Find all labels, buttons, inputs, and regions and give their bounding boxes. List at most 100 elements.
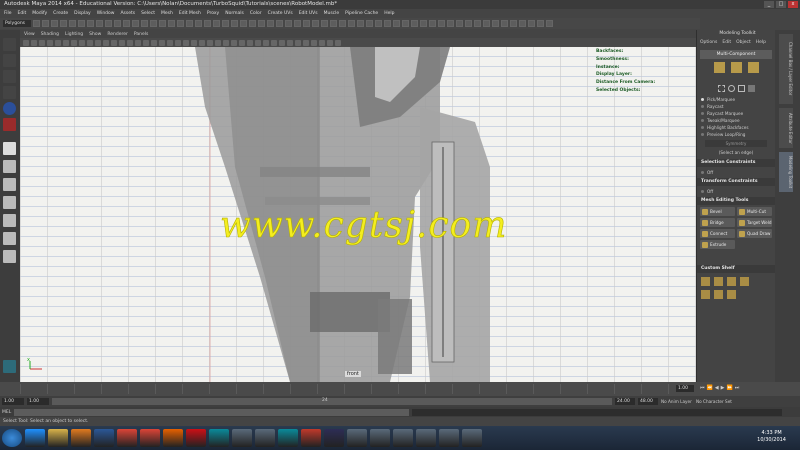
- status-line-icon[interactable]: [366, 20, 373, 27]
- taskbar-chrome-icon[interactable]: [117, 429, 137, 447]
- time-slider[interactable]: 1.00 ⏮ ⏪ ◀ ▶ ⏩ ⏭: [0, 382, 800, 396]
- viewport-tool-icon[interactable]: [335, 39, 341, 46]
- viewport-tool-icon[interactable]: [255, 39, 261, 46]
- taskbar-explorer-icon[interactable]: [48, 429, 68, 447]
- go-to-start-icon[interactable]: ⏮: [700, 385, 705, 391]
- tweak-icon[interactable]: [737, 85, 745, 92]
- status-line-icon[interactable]: [186, 20, 193, 27]
- status-line-icon[interactable]: [87, 20, 94, 27]
- viewport-tool-icon[interactable]: [199, 39, 205, 46]
- mesh-editing-tools-header[interactable]: Mesh Editing Tools: [697, 197, 775, 205]
- status-line-icon[interactable]: [96, 20, 103, 27]
- status-line-icon[interactable]: [177, 20, 184, 27]
- status-line-icon[interactable]: [465, 20, 472, 27]
- viewport-tool-icon[interactable]: [303, 39, 309, 46]
- menu-mesh[interactable]: Mesh: [161, 11, 173, 16]
- layout-hypershade-icon[interactable]: [3, 232, 16, 245]
- shelf-tool-icon[interactable]: [727, 290, 736, 299]
- status-line-icon[interactable]: [132, 20, 139, 27]
- taskbar-app-icon[interactable]: [232, 429, 252, 447]
- viewport-tool-icon[interactable]: [127, 39, 133, 46]
- select-option-radio[interactable]: Tweak/Marquee: [697, 117, 775, 124]
- viewport-tool-icon[interactable]: [135, 39, 141, 46]
- menu-pipeline-cache[interactable]: Pipeline Cache: [345, 11, 378, 16]
- viewport-tool-icon[interactable]: [31, 39, 37, 46]
- taskbar-app-icon[interactable]: [347, 429, 367, 447]
- marquee-icon[interactable]: [717, 85, 725, 92]
- status-line-icon[interactable]: [420, 20, 427, 27]
- select-option-radio[interactable]: Raycast Marquee: [697, 110, 775, 117]
- viewport-tool-icon[interactable]: [215, 39, 221, 46]
- viewport-tool-icon[interactable]: [103, 39, 109, 46]
- viewport-menu-lighting[interactable]: Lighting: [65, 32, 83, 37]
- system-clock[interactable]: 4:33 PM 10/30/2014: [757, 430, 786, 444]
- viewport-tool-icon[interactable]: [271, 39, 277, 46]
- playback-end-field[interactable]: 48.00: [638, 398, 658, 405]
- status-line-icon[interactable]: [285, 20, 292, 27]
- status-line-icon[interactable]: [69, 20, 76, 27]
- status-line-icon[interactable]: [402, 20, 409, 27]
- status-line-icon[interactable]: [501, 20, 508, 27]
- multi-component-button[interactable]: Multi-Component: [700, 50, 772, 59]
- status-line-icon[interactable]: [312, 20, 319, 27]
- status-line-icon[interactable]: [249, 20, 256, 27]
- viewport-tool-icon[interactable]: [239, 39, 245, 46]
- shelf-tool-icon[interactable]: [714, 277, 723, 286]
- step-forward-icon[interactable]: ⏩: [726, 385, 732, 391]
- mt-tab-options[interactable]: Options: [700, 40, 717, 45]
- viewport-tool-icon[interactable]: [87, 39, 93, 46]
- menu-proxy[interactable]: Proxy: [207, 11, 219, 16]
- viewport-tool-icon[interactable]: [111, 39, 117, 46]
- viewport-tool-icon[interactable]: [263, 39, 269, 46]
- go-to-end-icon[interactable]: ⏭: [735, 385, 740, 391]
- status-line-icon[interactable]: [429, 20, 436, 27]
- viewport-tool-icon[interactable]: [159, 39, 165, 46]
- viewport-tool-icon[interactable]: [295, 39, 301, 46]
- command-lang-label[interactable]: MEL: [2, 410, 11, 415]
- status-line-icon[interactable]: [267, 20, 274, 27]
- status-line-icon[interactable]: [294, 20, 301, 27]
- mt-tab-help[interactable]: Help: [756, 40, 766, 45]
- layout-two-icon[interactable]: [3, 178, 16, 191]
- layout-four-icon[interactable]: [3, 160, 16, 173]
- layout-graph-icon[interactable]: [3, 214, 16, 227]
- mt-tab-edit[interactable]: Edit: [722, 40, 731, 45]
- rotate-tool-icon[interactable]: [3, 102, 16, 115]
- tool-bridge-button[interactable]: Bridge: [700, 218, 735, 227]
- shelf-tool-icon[interactable]: [701, 290, 710, 299]
- tab-modeling-toolkit[interactable]: Modeling Toolkit: [779, 152, 793, 192]
- status-line-icon[interactable]: [393, 20, 400, 27]
- shelf-tool-icon[interactable]: [740, 277, 749, 286]
- tool-bevel-button[interactable]: Bevel: [700, 207, 735, 216]
- option-checkbox[interactable]: Highlight Backfaces: [697, 124, 775, 131]
- taskbar-start-icon[interactable]: [2, 429, 22, 447]
- transform-constraints-value[interactable]: Off: [697, 188, 775, 195]
- taskbar-firefox-icon[interactable]: [163, 429, 183, 447]
- status-line-icon[interactable]: [303, 20, 310, 27]
- option-checkbox[interactable]: Preview Loop/Ring: [697, 131, 775, 138]
- shelf-tool-icon[interactable]: [701, 277, 710, 286]
- menu-help[interactable]: Help: [384, 11, 394, 16]
- viewport-tool-icon[interactable]: [167, 39, 173, 46]
- status-line-icon[interactable]: [150, 20, 157, 27]
- step-back-icon[interactable]: ⏪: [707, 385, 713, 391]
- status-line-icon[interactable]: [213, 20, 220, 27]
- play-back-icon[interactable]: ◀: [715, 385, 719, 391]
- status-line-icon[interactable]: [411, 20, 418, 27]
- range-end-field[interactable]: 24.00: [615, 398, 635, 405]
- select-tool-icon[interactable]: [3, 38, 16, 51]
- viewport-menu-view[interactable]: View: [24, 32, 35, 37]
- viewport-tool-icon[interactable]: [279, 39, 285, 46]
- tab-channel-box[interactable]: Channel Box / Layer Editor: [779, 34, 793, 104]
- status-line-icon[interactable]: [204, 20, 211, 27]
- viewport-tool-icon[interactable]: [119, 39, 125, 46]
- viewport-tool-icon[interactable]: [95, 39, 101, 46]
- status-line-icon[interactable]: [51, 20, 58, 27]
- scale-tool-icon[interactable]: [3, 118, 16, 131]
- menu-color[interactable]: Color: [250, 11, 262, 16]
- menu-set-dropdown[interactable]: Polygons: [3, 20, 31, 27]
- tool-target-weld-button[interactable]: Target Weld: [737, 218, 772, 227]
- tool-multi-cut-button[interactable]: Multi-Cut: [737, 207, 772, 216]
- drag-icon[interactable]: [727, 85, 735, 92]
- status-line-icon[interactable]: [195, 20, 202, 27]
